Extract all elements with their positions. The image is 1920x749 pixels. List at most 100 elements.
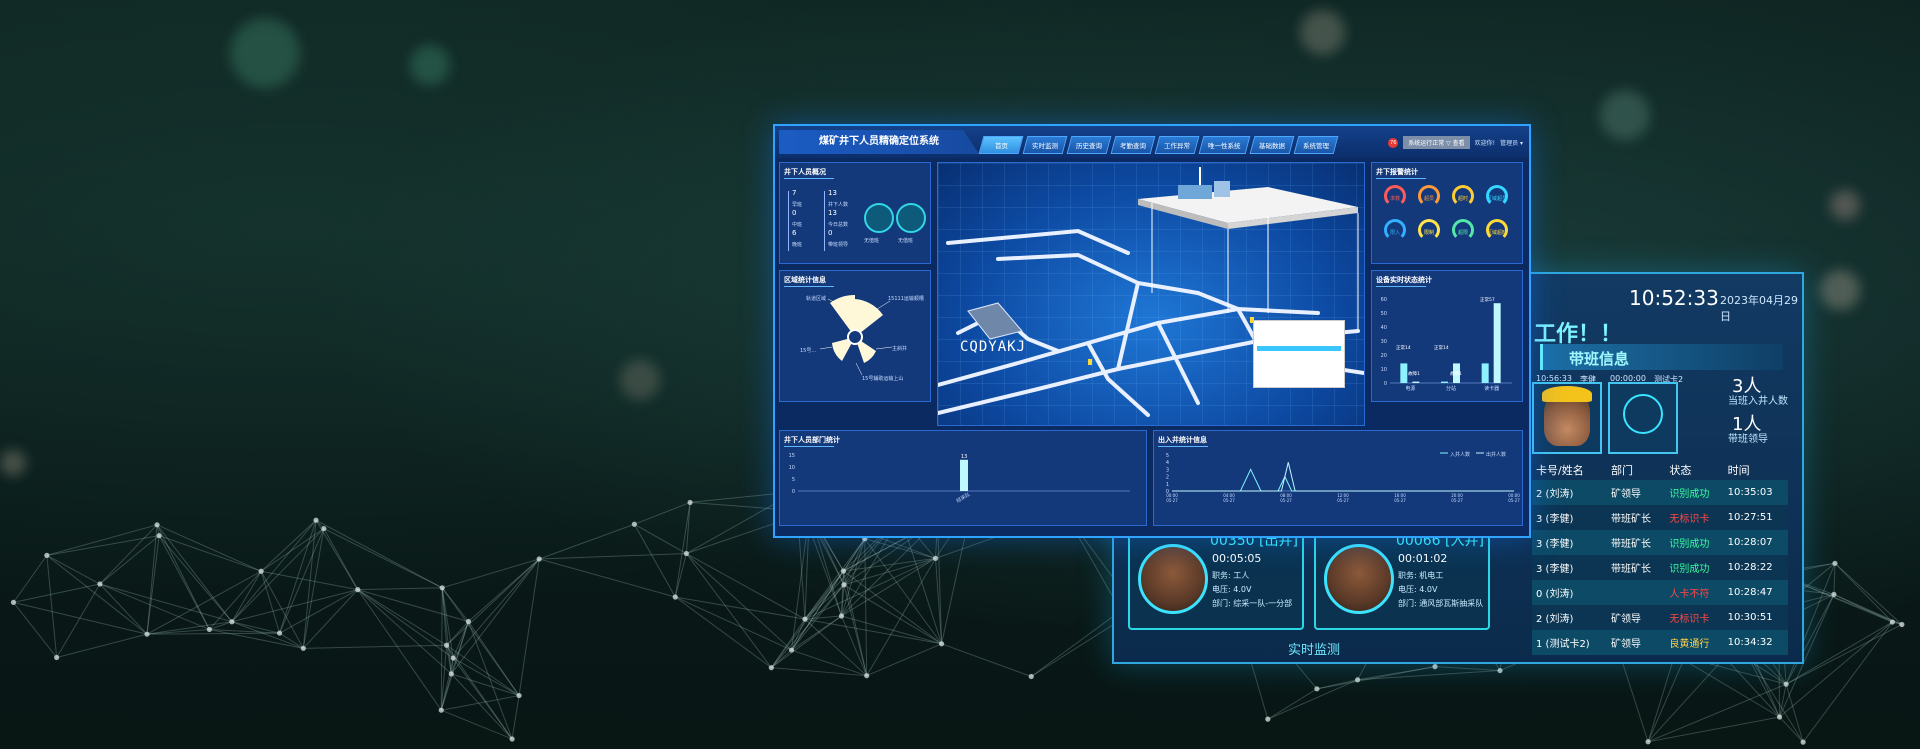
tab-history[interactable]: 历史查询: [1066, 136, 1112, 154]
location-popup[interactable]: [1253, 320, 1345, 388]
top-right-toolbar: 76 系统运行正常 ▽ 查看 欢迎你! 管理员 ▾: [1388, 136, 1523, 149]
network-link: [674, 596, 772, 669]
data-label: 13: [961, 454, 967, 460]
network-node: [1354, 677, 1361, 683]
network-node: [509, 736, 515, 742]
duty-photo-card[interactable]: [1532, 382, 1602, 454]
alarm-gauge-label: 超时: [1457, 196, 1468, 202]
notification-badge[interactable]: 76: [1388, 137, 1399, 148]
network-link: [146, 535, 160, 635]
worker-dept: 部门: 通风部瓦斯抽采队: [1398, 599, 1484, 608]
network-node: [1832, 560, 1838, 566]
tab-basic-data[interactable]: 基础数据: [1249, 136, 1294, 154]
table-row[interactable]: 2 (刘涛) 矿领导 识别成功 10:35:03: [1532, 480, 1788, 505]
network-link: [634, 501, 691, 525]
network-link: [685, 553, 772, 668]
x-tick-label: 05-27: [1280, 498, 1292, 503]
table-cell: 良黄通行: [1665, 630, 1724, 655]
tab-attendance[interactable]: 考勤查询: [1110, 136, 1156, 154]
network-link: [99, 583, 148, 635]
tab-realtime[interactable]: 实时监测: [1022, 136, 1068, 154]
table-row[interactable]: 2 (刘涛) 矿领导 无标识卡 10:30:51: [1532, 605, 1788, 630]
x-tick-label: 05-27: [1337, 498, 1349, 503]
device-bar: [1481, 363, 1489, 383]
top-navigation-bar: 煤矿井下人员精确定位系统 首页 实时监测 历史查询 考勤查询 工作异常 唯一性系…: [775, 126, 1529, 158]
table-cell: 带班矿长: [1607, 505, 1666, 530]
network-node: [687, 499, 693, 506]
device-bar: [1412, 381, 1420, 383]
y-tick-label: 15: [789, 453, 795, 459]
dept-bar-chart: 15 10 5 0 13 综采队: [789, 453, 1130, 504]
tab-home[interactable]: 首页: [978, 136, 1024, 154]
table-row[interactable]: 1 (测试卡2) 矿领导 良黄通行 10:34:32: [1532, 630, 1788, 655]
network-link: [1833, 563, 1836, 595]
network-link: [357, 589, 469, 622]
table-cell: 矿领导: [1607, 605, 1666, 630]
worker-card-2[interactable]: 00066 [入井] 00:01:02 职务: 机电工 电压: 4.0V 部门:…: [1314, 533, 1490, 630]
table-row[interactable]: 3 (李健) 带班矿长 无标识卡 10:27:51: [1532, 505, 1788, 530]
network-node: [321, 525, 327, 532]
system-status-button[interactable]: 系统运行正常 ▽ 查看: [1403, 136, 1470, 149]
device-bar-chart: 60 50 40 30 20 10 0 电源 分站 读卡器 正常14 故障1 正常14 故障1 正常57: [1381, 296, 1512, 392]
network-link: [260, 571, 304, 649]
table-cell: 无标识卡: [1665, 605, 1724, 630]
table-row[interactable]: 0 (刘涛) 人卡不符 10:28:47: [1532, 580, 1788, 605]
network-node: [450, 655, 456, 661]
network-node: [448, 671, 454, 677]
network-link: [46, 554, 101, 585]
table-cell: 10:28:07: [1723, 530, 1788, 555]
clock-date: 2023年04月29日: [1720, 294, 1798, 323]
network-node: [300, 645, 306, 651]
table-header: 部门: [1611, 464, 1633, 477]
network-node: [932, 555, 939, 561]
network-node: [258, 568, 264, 574]
network-link: [866, 558, 936, 676]
table-cell: 10:30:51: [1723, 605, 1788, 630]
network-link: [685, 502, 691, 554]
network-node: [44, 552, 50, 558]
dept-stats-panel: 井下人员部门统计 15 10 5 0 13 综采队: [779, 430, 1147, 526]
table-cell: 2 (刘涛): [1532, 605, 1607, 630]
network-link: [99, 535, 160, 585]
table-cell: 识别成功: [1665, 530, 1724, 555]
tab-anomaly[interactable]: 工作异常: [1154, 136, 1200, 154]
network-link: [231, 589, 358, 623]
y-tick-label: 20: [1381, 353, 1387, 359]
data-label: 正常57: [1480, 296, 1495, 303]
table-cell: 10:34:32: [1723, 630, 1788, 655]
clock-time: 10:52:33: [1629, 286, 1719, 310]
network-node: [683, 550, 689, 557]
realtime-monitor-label[interactable]: 实时监测: [1288, 639, 1340, 658]
worker-card-1[interactable]: 00350 [出井] 00:05:05 职务: 工人 电压: 4.0V 部门: …: [1128, 533, 1304, 630]
y-tick-label: 1: [1166, 482, 1169, 488]
early-shift-label: 早班: [792, 202, 803, 208]
table-row[interactable]: 3 (李健) 带班矿长 识别成功 10:28:22: [1532, 555, 1788, 580]
y-tick-label: 30: [1381, 339, 1387, 345]
no-duty-label: 无值班: [898, 238, 914, 244]
x-tick-label: 05-27: [1508, 498, 1520, 503]
duty-placeholder-card[interactable]: [1608, 382, 1678, 454]
mid-shift-count: 0: [792, 209, 797, 217]
mine-3d-view[interactable]: CQDYAKJ: [937, 162, 1365, 426]
table-cell: 10:28:22: [1723, 555, 1788, 580]
network-node: [355, 587, 361, 593]
worker-dept: 部门: 综采一队-一分部: [1212, 599, 1293, 608]
tab-uniqueness[interactable]: 唯一性系统: [1198, 136, 1250, 154]
y-tick-label: 3: [1166, 467, 1169, 473]
network-link: [771, 667, 867, 677]
data-label: 正常14: [1434, 344, 1449, 351]
x-tick-label: 05-27: [1223, 498, 1235, 503]
network-node: [443, 642, 450, 648]
network-link: [841, 557, 936, 617]
user-menu[interactable]: 管理员 ▾: [1500, 138, 1523, 147]
table-cell: 0 (刘涛): [1532, 580, 1607, 605]
table-cell: 人卡不符: [1665, 580, 1724, 605]
y-tick-label: 50: [1381, 311, 1387, 317]
duty-title-label: 带班信息: [1569, 350, 1630, 368]
table-row[interactable]: 3 (李健) 带班矿长 识别成功 10:28:07: [1532, 530, 1788, 555]
tab-system[interactable]: 系统管理: [1293, 136, 1338, 154]
network-link: [146, 621, 232, 635]
network-link: [279, 528, 325, 634]
underground-label: 井下人数: [828, 202, 849, 208]
series-line: [1172, 468, 1514, 492]
